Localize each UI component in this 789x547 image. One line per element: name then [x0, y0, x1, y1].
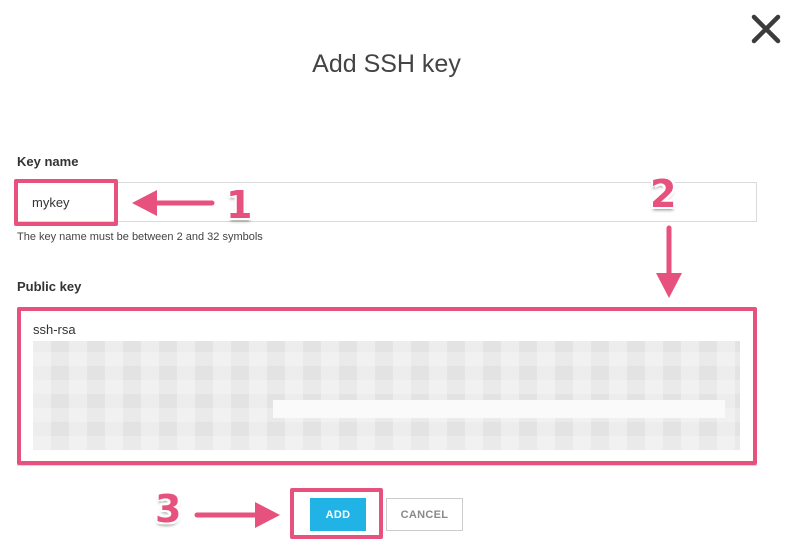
step-number-2: 2	[650, 172, 677, 216]
public-key-prefix: ssh-rsa	[33, 322, 76, 337]
dialog-title: Add SSH key	[312, 50, 461, 78]
arrow-to-public-key-icon	[656, 225, 682, 298]
public-key-textarea[interactable]: ssh-rsa	[17, 308, 757, 466]
cancel-button[interactable]: CANCEL	[386, 498, 463, 531]
public-key-blurred-content	[33, 341, 740, 450]
public-key-label: Public key	[17, 279, 82, 294]
key-name-helper-text: The key name must be between 2 and 32 sy…	[17, 231, 263, 243]
add-button[interactable]: ADD	[310, 498, 366, 531]
key-name-label: Key name	[17, 154, 79, 169]
close-icon	[751, 14, 781, 44]
public-key-blur-end	[273, 400, 725, 418]
step-number-1: 1	[226, 183, 253, 227]
step-number-3: 3	[155, 487, 182, 531]
arrow-to-add-button-icon	[194, 502, 280, 528]
close-button[interactable]	[749, 12, 783, 46]
key-name-input[interactable]	[17, 182, 757, 222]
